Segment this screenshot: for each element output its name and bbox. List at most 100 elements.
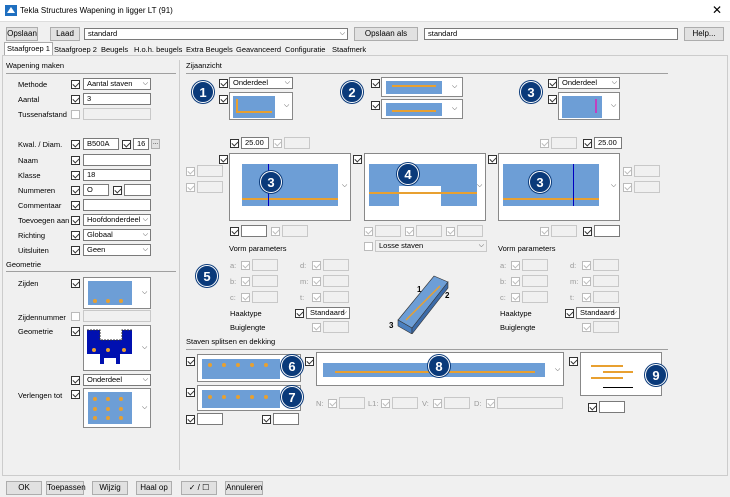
v-field[interactable]	[444, 397, 470, 409]
uitsluiten-checkbox[interactable]	[71, 246, 80, 255]
len-left-field[interactable]	[241, 225, 267, 237]
kwal-field[interactable]: B500A	[83, 138, 119, 150]
mid2-field[interactable]	[416, 225, 442, 237]
nummeren-checkbox[interactable]	[71, 186, 80, 195]
diam-checkbox[interactable]	[122, 140, 131, 149]
toevoegen-select[interactable]: Hoofdonderdeel ⌵	[83, 214, 151, 226]
verlengen-checkbox[interactable]	[71, 390, 80, 399]
aantal-field[interactable]: 3	[83, 93, 151, 105]
zijdennummer-checkbox[interactable]	[71, 312, 80, 321]
load-combo[interactable]: standard ⌵	[84, 28, 348, 40]
side-extra4-checkbox[interactable]	[623, 183, 632, 192]
len-right-checkbox[interactable]	[583, 227, 592, 236]
side-extra2-field[interactable]	[197, 181, 223, 193]
l1-field[interactable]	[392, 397, 418, 409]
commentaar-checkbox[interactable]	[71, 201, 80, 210]
aantal-checkbox[interactable]	[71, 95, 80, 104]
naam-checkbox[interactable]	[71, 156, 80, 165]
onderdeel-left-select[interactable]: Onderdeel ⌵	[229, 77, 293, 89]
mid3-field[interactable]	[457, 225, 483, 237]
side-extra1-field[interactable]	[197, 165, 223, 177]
param-b-right-checkbox[interactable]	[511, 277, 520, 286]
len-right2-checkbox[interactable]	[540, 227, 549, 236]
hook-bottom-picker[interactable]: ⌵	[381, 99, 463, 119]
side-left-checkbox[interactable]	[219, 155, 228, 164]
side-extra3-checkbox[interactable]	[623, 167, 632, 176]
side-extra3-field[interactable]	[634, 165, 660, 177]
buiglengte-right-checkbox[interactable]	[582, 323, 591, 332]
diam-browse-button[interactable]: ...	[151, 139, 160, 149]
apply-button[interactable]: Toepassen	[46, 481, 86, 495]
save-as-field[interactable]: standard	[424, 28, 678, 40]
buiglengte-left-checkbox[interactable]	[312, 323, 321, 332]
len-right-field[interactable]	[594, 225, 620, 237]
d-field[interactable]	[497, 397, 563, 409]
geometrie-checkbox[interactable]	[71, 327, 80, 336]
n-checkbox[interactable]	[328, 399, 337, 408]
nummeren-start-field[interactable]	[124, 184, 151, 196]
side-extra4-field[interactable]	[634, 181, 660, 193]
d-checkbox[interactable]	[486, 399, 495, 408]
len-right2-field[interactable]	[551, 225, 577, 237]
side-extra1-checkbox[interactable]	[186, 167, 195, 176]
len-left2-field[interactable]	[282, 225, 308, 237]
param-a-field[interactable]	[252, 259, 278, 271]
param-a-checkbox[interactable]	[241, 261, 250, 270]
richting-select[interactable]: Globaal ⌵	[83, 229, 151, 241]
len-left2-checkbox[interactable]	[271, 227, 280, 236]
param-c-field[interactable]	[252, 291, 278, 303]
haaktype-left-select[interactable]: Standaard ⌵	[306, 307, 350, 319]
l1-checkbox[interactable]	[381, 399, 390, 408]
param-t-field[interactable]	[323, 291, 349, 303]
param-m-right-checkbox[interactable]	[582, 277, 591, 286]
cover-right-field[interactable]: 25.00	[594, 137, 622, 149]
hook-bottom-checkbox[interactable]	[371, 101, 380, 110]
anchor-left-checkbox[interactable]	[219, 95, 228, 104]
methode-checkbox[interactable]	[71, 80, 80, 89]
losse-staven-select[interactable]: Losse staven ⌵	[375, 240, 487, 252]
verlengen-picker[interactable]: ⌵	[83, 388, 151, 428]
param-b-checkbox[interactable]	[241, 277, 250, 286]
nummeren-start-checkbox[interactable]	[113, 186, 122, 195]
modify-button[interactable]: Wijzig	[92, 481, 128, 495]
save-as-button[interactable]: Opslaan als	[354, 27, 418, 41]
buiglengte-right-field[interactable]	[593, 321, 619, 333]
naam-field[interactable]	[83, 154, 151, 166]
klasse-field[interactable]: 18	[83, 169, 151, 181]
richting-checkbox[interactable]	[71, 231, 80, 240]
onderdeel-left-checkbox[interactable]	[219, 79, 228, 88]
haaktype-right-checkbox[interactable]	[565, 309, 574, 318]
zijden-checkbox[interactable]	[71, 279, 80, 288]
toggle-checkboxes-button[interactable]: ✓ / ☐	[181, 481, 217, 495]
param-d-field[interactable]	[323, 259, 349, 271]
side-mid-checkbox[interactable]	[353, 155, 362, 164]
uitsluiten-select[interactable]: Geen ⌵	[83, 244, 151, 256]
cover-left-field[interactable]: 25.00	[241, 137, 269, 149]
tussenafstand-field[interactable]	[83, 108, 151, 120]
zijdennummer-field[interactable]	[83, 310, 151, 322]
mid1-checkbox[interactable]	[364, 227, 373, 236]
haaktype-left-checkbox[interactable]	[295, 309, 304, 318]
split-bottom-checkbox[interactable]	[186, 388, 195, 397]
mid1-field[interactable]	[375, 225, 401, 237]
ok-button[interactable]: OK	[6, 481, 42, 495]
commentaar-field[interactable]	[83, 199, 151, 211]
param-a-right-checkbox[interactable]	[511, 261, 520, 270]
split-b-checkbox[interactable]	[262, 415, 271, 424]
help-button[interactable]: Help...	[684, 27, 724, 41]
onderdeel-checkbox[interactable]	[71, 376, 80, 385]
param-c-checkbox[interactable]	[241, 293, 250, 302]
side-extra2-checkbox[interactable]	[186, 183, 195, 192]
split-a-field[interactable]	[197, 413, 223, 425]
hook-top-checkbox[interactable]	[371, 79, 380, 88]
tussenafstand-checkbox[interactable]	[71, 110, 80, 119]
load-button[interactable]: Laad	[50, 27, 80, 41]
side-right-checkbox[interactable]	[488, 155, 497, 164]
onderdeel-right-checkbox[interactable]	[548, 79, 557, 88]
n-field[interactable]	[339, 397, 365, 409]
param-b-field[interactable]	[252, 275, 278, 287]
split-b-field[interactable]	[273, 413, 299, 425]
close-icon[interactable]: ✕	[712, 3, 722, 17]
geometrie-picker[interactable]: ⌵	[83, 325, 151, 371]
mid2-checkbox[interactable]	[405, 227, 414, 236]
